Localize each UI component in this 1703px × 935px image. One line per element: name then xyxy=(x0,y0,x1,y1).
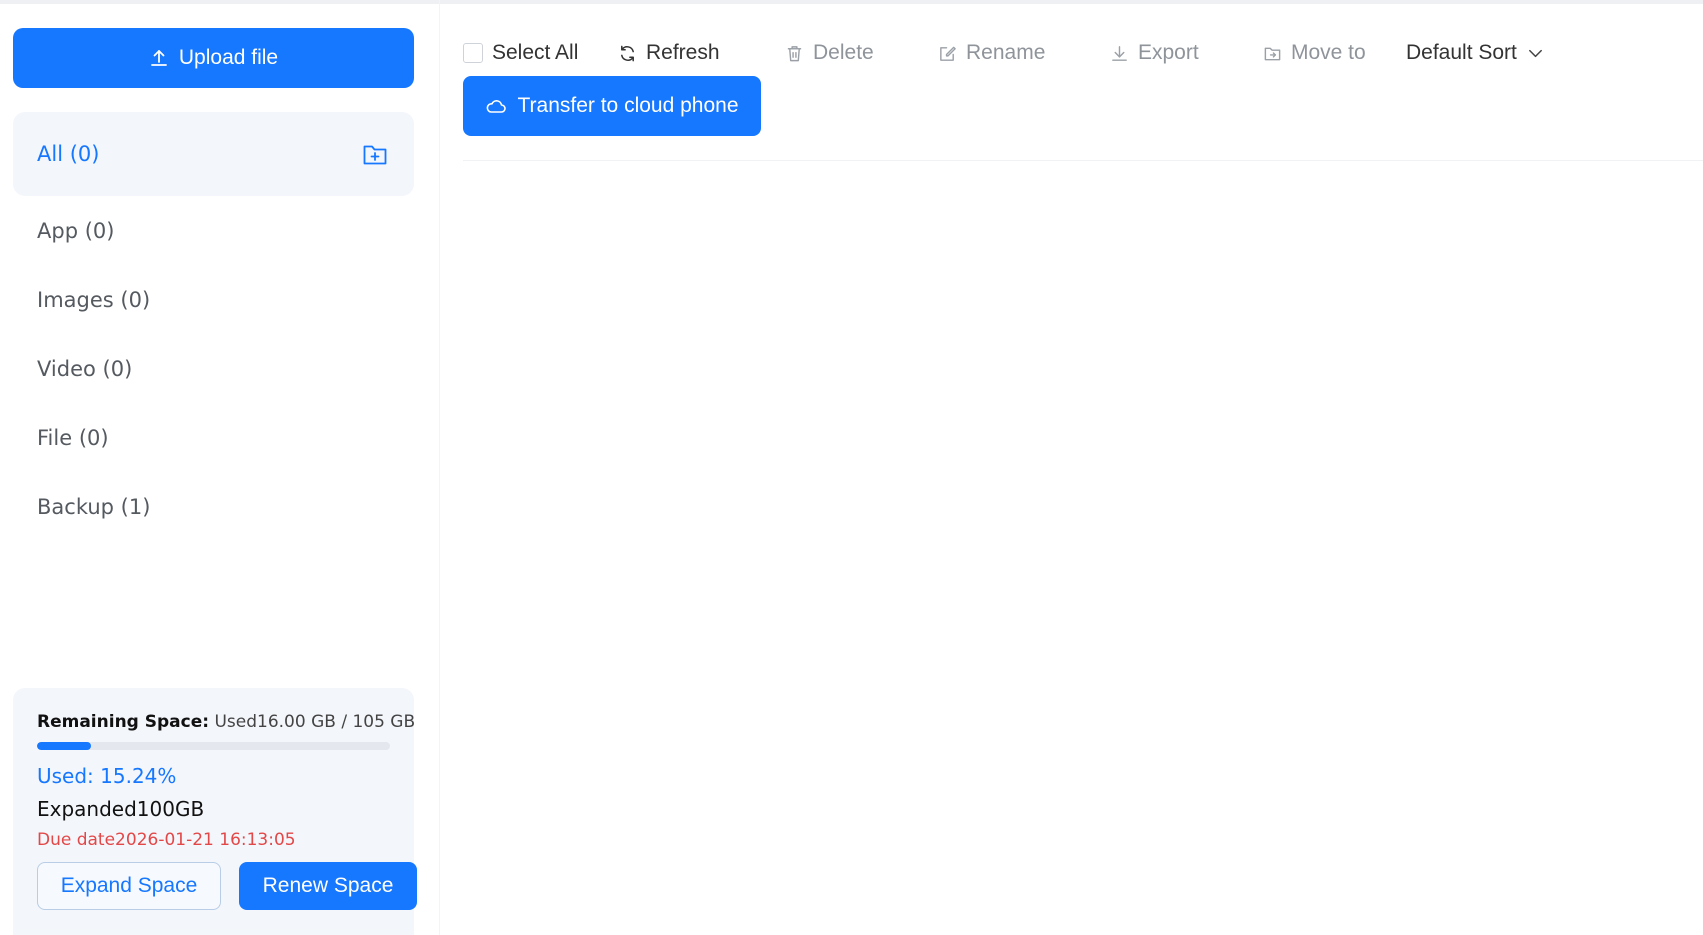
upload-icon xyxy=(150,50,167,66)
storage-due-date: Due date2026-01-21 16:13:05 xyxy=(37,830,296,850)
sidebar-divider xyxy=(439,0,440,935)
category-all-label: All (0) xyxy=(37,142,100,166)
storage-title: Remaining Space: xyxy=(37,712,210,732)
storage-summary: Remaining Space: Used16.00 GB / 105 GB xyxy=(37,712,415,732)
delete-button[interactable]: Delete xyxy=(785,32,874,74)
select-all-control[interactable]: Select All xyxy=(463,32,578,74)
category-backup[interactable]: Backup (1) xyxy=(13,472,414,541)
transfer-label: Transfer to cloud phone xyxy=(517,94,739,117)
export-label: Export xyxy=(1138,41,1199,64)
category-video-label: Video (0) xyxy=(37,356,133,381)
category-file[interactable]: File (0) xyxy=(13,403,414,472)
move-to-button[interactable]: Move to xyxy=(1263,32,1366,74)
move-to-label: Move to xyxy=(1291,41,1366,64)
toolbar: Select All Refresh Delete Rename Export … xyxy=(463,32,1683,74)
download-icon xyxy=(1112,45,1127,61)
storage-progress-fill xyxy=(37,742,91,750)
category-video[interactable]: Video (0) xyxy=(13,334,414,403)
sort-label: Default Sort xyxy=(1406,41,1517,64)
chevron-down-icon xyxy=(1528,49,1542,57)
category-backup-label: Backup (1) xyxy=(37,494,151,519)
rename-label: Rename xyxy=(966,41,1046,64)
delete-label: Delete xyxy=(813,41,874,64)
add-folder-icon[interactable] xyxy=(362,141,388,167)
storage-used-percent: Used: 15.24% xyxy=(37,764,177,788)
content-divider xyxy=(463,160,1703,161)
storage-used-text: Used16.00 GB / 105 GB xyxy=(214,712,416,732)
edit-icon xyxy=(940,46,956,61)
storage-panel: Remaining Space: Used16.00 GB / 105 GB U… xyxy=(13,688,417,935)
upload-file-label: Upload file xyxy=(178,46,279,69)
category-list: All (0) App (0) Images (0) Video (0) Fil… xyxy=(13,112,414,541)
renew-space-button[interactable]: Renew Space xyxy=(239,862,417,910)
export-button[interactable]: Export xyxy=(1110,32,1199,74)
upload-file-button[interactable]: Upload file xyxy=(13,28,414,88)
storage-progress-bar xyxy=(37,742,390,750)
category-all[interactable]: All (0) xyxy=(13,112,414,196)
cloud-icon xyxy=(487,100,507,113)
select-all-label: Select All xyxy=(492,41,579,64)
category-app-label: App (0) xyxy=(37,218,115,243)
transfer-to-cloud-phone-button[interactable]: Transfer to cloud phone xyxy=(463,76,761,136)
storage-expanded: Expanded100GB xyxy=(37,797,205,821)
refresh-button[interactable]: Refresh xyxy=(618,32,720,74)
category-file-label: File (0) xyxy=(37,425,109,450)
rename-button[interactable]: Rename xyxy=(938,32,1045,74)
expand-space-button[interactable]: Expand Space xyxy=(37,862,221,910)
refresh-icon xyxy=(621,45,634,61)
sidebar: Upload file All (0) App (0) Images (0) V… xyxy=(0,0,440,935)
category-images[interactable]: Images (0) xyxy=(13,265,414,334)
category-images-label: Images (0) xyxy=(37,287,151,312)
category-app[interactable]: App (0) xyxy=(13,196,414,265)
sort-dropdown[interactable]: Default Sort xyxy=(1406,32,1545,74)
trash-icon xyxy=(787,45,802,61)
refresh-label: Refresh xyxy=(646,41,720,64)
select-all-checkbox[interactable] xyxy=(463,43,483,63)
move-folder-icon xyxy=(1264,47,1281,60)
